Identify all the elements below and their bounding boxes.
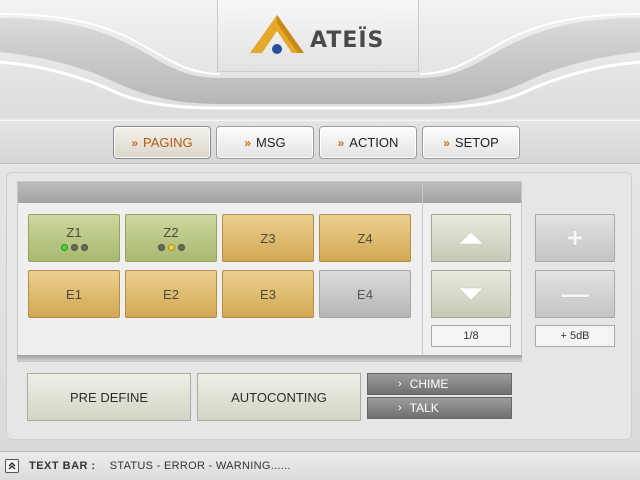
tab-label: ACTION [349, 135, 399, 150]
tab-bar: » PAGING » MSG » ACTION » SETOP [0, 120, 640, 164]
tab-label: SETOP [454, 135, 499, 150]
zone-label: E2 [163, 286, 179, 302]
volume-down-button[interactable]: — [535, 270, 615, 318]
chevron-right-icon: » [244, 135, 251, 150]
zone-panel-bottom-line [17, 355, 522, 361]
chevron-right-icon: › [398, 402, 402, 414]
zone-label: E4 [357, 286, 373, 302]
zone-indicators [157, 244, 185, 251]
ateis-logo-icon [250, 15, 304, 54]
indicator-dot [157, 244, 165, 251]
double-chevron-up-glyph [8, 462, 16, 470]
double-chevron-up-icon[interactable] [5, 459, 19, 473]
volume-level: + 5dB [535, 325, 615, 347]
zone-button-z2[interactable]: Z2 [125, 214, 217, 262]
page-down-button[interactable] [431, 270, 511, 318]
main-panel: Z1 Z2 Z3 Z4 E1 E2 E3 E4 1/8 + — + 5dB PR… [6, 172, 632, 440]
volume-up-button[interactable]: + [535, 214, 615, 262]
status-bar-label: TEXT BAR : [29, 460, 96, 472]
page-indicator: 1/8 [431, 325, 511, 347]
zone-label: E1 [66, 286, 82, 302]
triangle-down-icon [458, 287, 484, 301]
chime-button[interactable]: › CHIME [367, 373, 512, 395]
tab-action[interactable]: » ACTION [319, 126, 417, 159]
chevron-right-icon: › [398, 378, 402, 390]
minus-icon: — [561, 278, 589, 309]
chime-label: CHIME [409, 377, 449, 391]
tab-paging[interactable]: » PAGING [113, 126, 211, 159]
autoconting-button[interactable]: AUTOCONTING [197, 373, 361, 421]
page-up-button[interactable] [431, 214, 511, 262]
zone-label: Z4 [357, 230, 373, 246]
plus-icon: + [566, 222, 584, 253]
indicator-dot [60, 244, 68, 251]
tab-label: PAGING [143, 135, 193, 150]
tab-msg[interactable]: » MSG [216, 126, 314, 159]
zone-label: Z3 [260, 230, 276, 246]
chevron-right-icon: » [131, 135, 138, 150]
zone-panel: Z1 Z2 Z3 Z4 E1 E2 E3 E4 1/8 [17, 181, 522, 362]
zone-button-z3[interactable]: Z3 [222, 214, 314, 262]
zone-label: E3 [260, 286, 276, 302]
indicator-dot [70, 244, 78, 251]
talk-label: TALK [409, 401, 439, 415]
zone-label: Z1 [66, 225, 82, 240]
talk-button[interactable]: › TALK [367, 397, 512, 419]
zone-panel-header [18, 182, 521, 203]
chevron-right-icon: » [443, 135, 450, 150]
zone-button-z1[interactable]: Z1 [28, 214, 120, 262]
tab-setop[interactable]: » SETOP [422, 126, 520, 159]
divider [422, 182, 423, 361]
indicator-dot [80, 244, 88, 251]
chevron-right-icon: » [337, 135, 345, 150]
logo-panel: ATEÏS [217, 0, 419, 72]
zone-button-e3[interactable]: E3 [222, 270, 314, 318]
zone-label: Z2 [163, 225, 179, 240]
zone-button-e2[interactable]: E2 [125, 270, 217, 318]
status-bar-text: STATUS - ERROR - WARNING...... [109, 460, 291, 472]
zone-indicators [60, 244, 88, 251]
tab-label: MSG [256, 135, 286, 150]
status-bar: TEXT BAR : STATUS - ERROR - WARNING.....… [0, 451, 640, 480]
zone-button-z4[interactable]: Z4 [319, 214, 411, 262]
indicator-dot [167, 244, 175, 251]
header: ATEÏS [0, 0, 640, 118]
triangle-up-icon [458, 231, 484, 245]
zone-button-e4[interactable]: E4 [319, 270, 411, 318]
brand-name: ATEÏS [310, 28, 385, 53]
indicator-dot [177, 244, 185, 251]
zone-button-e1[interactable]: E1 [28, 270, 120, 318]
pre-define-button[interactable]: PRE DEFINE [27, 373, 191, 421]
